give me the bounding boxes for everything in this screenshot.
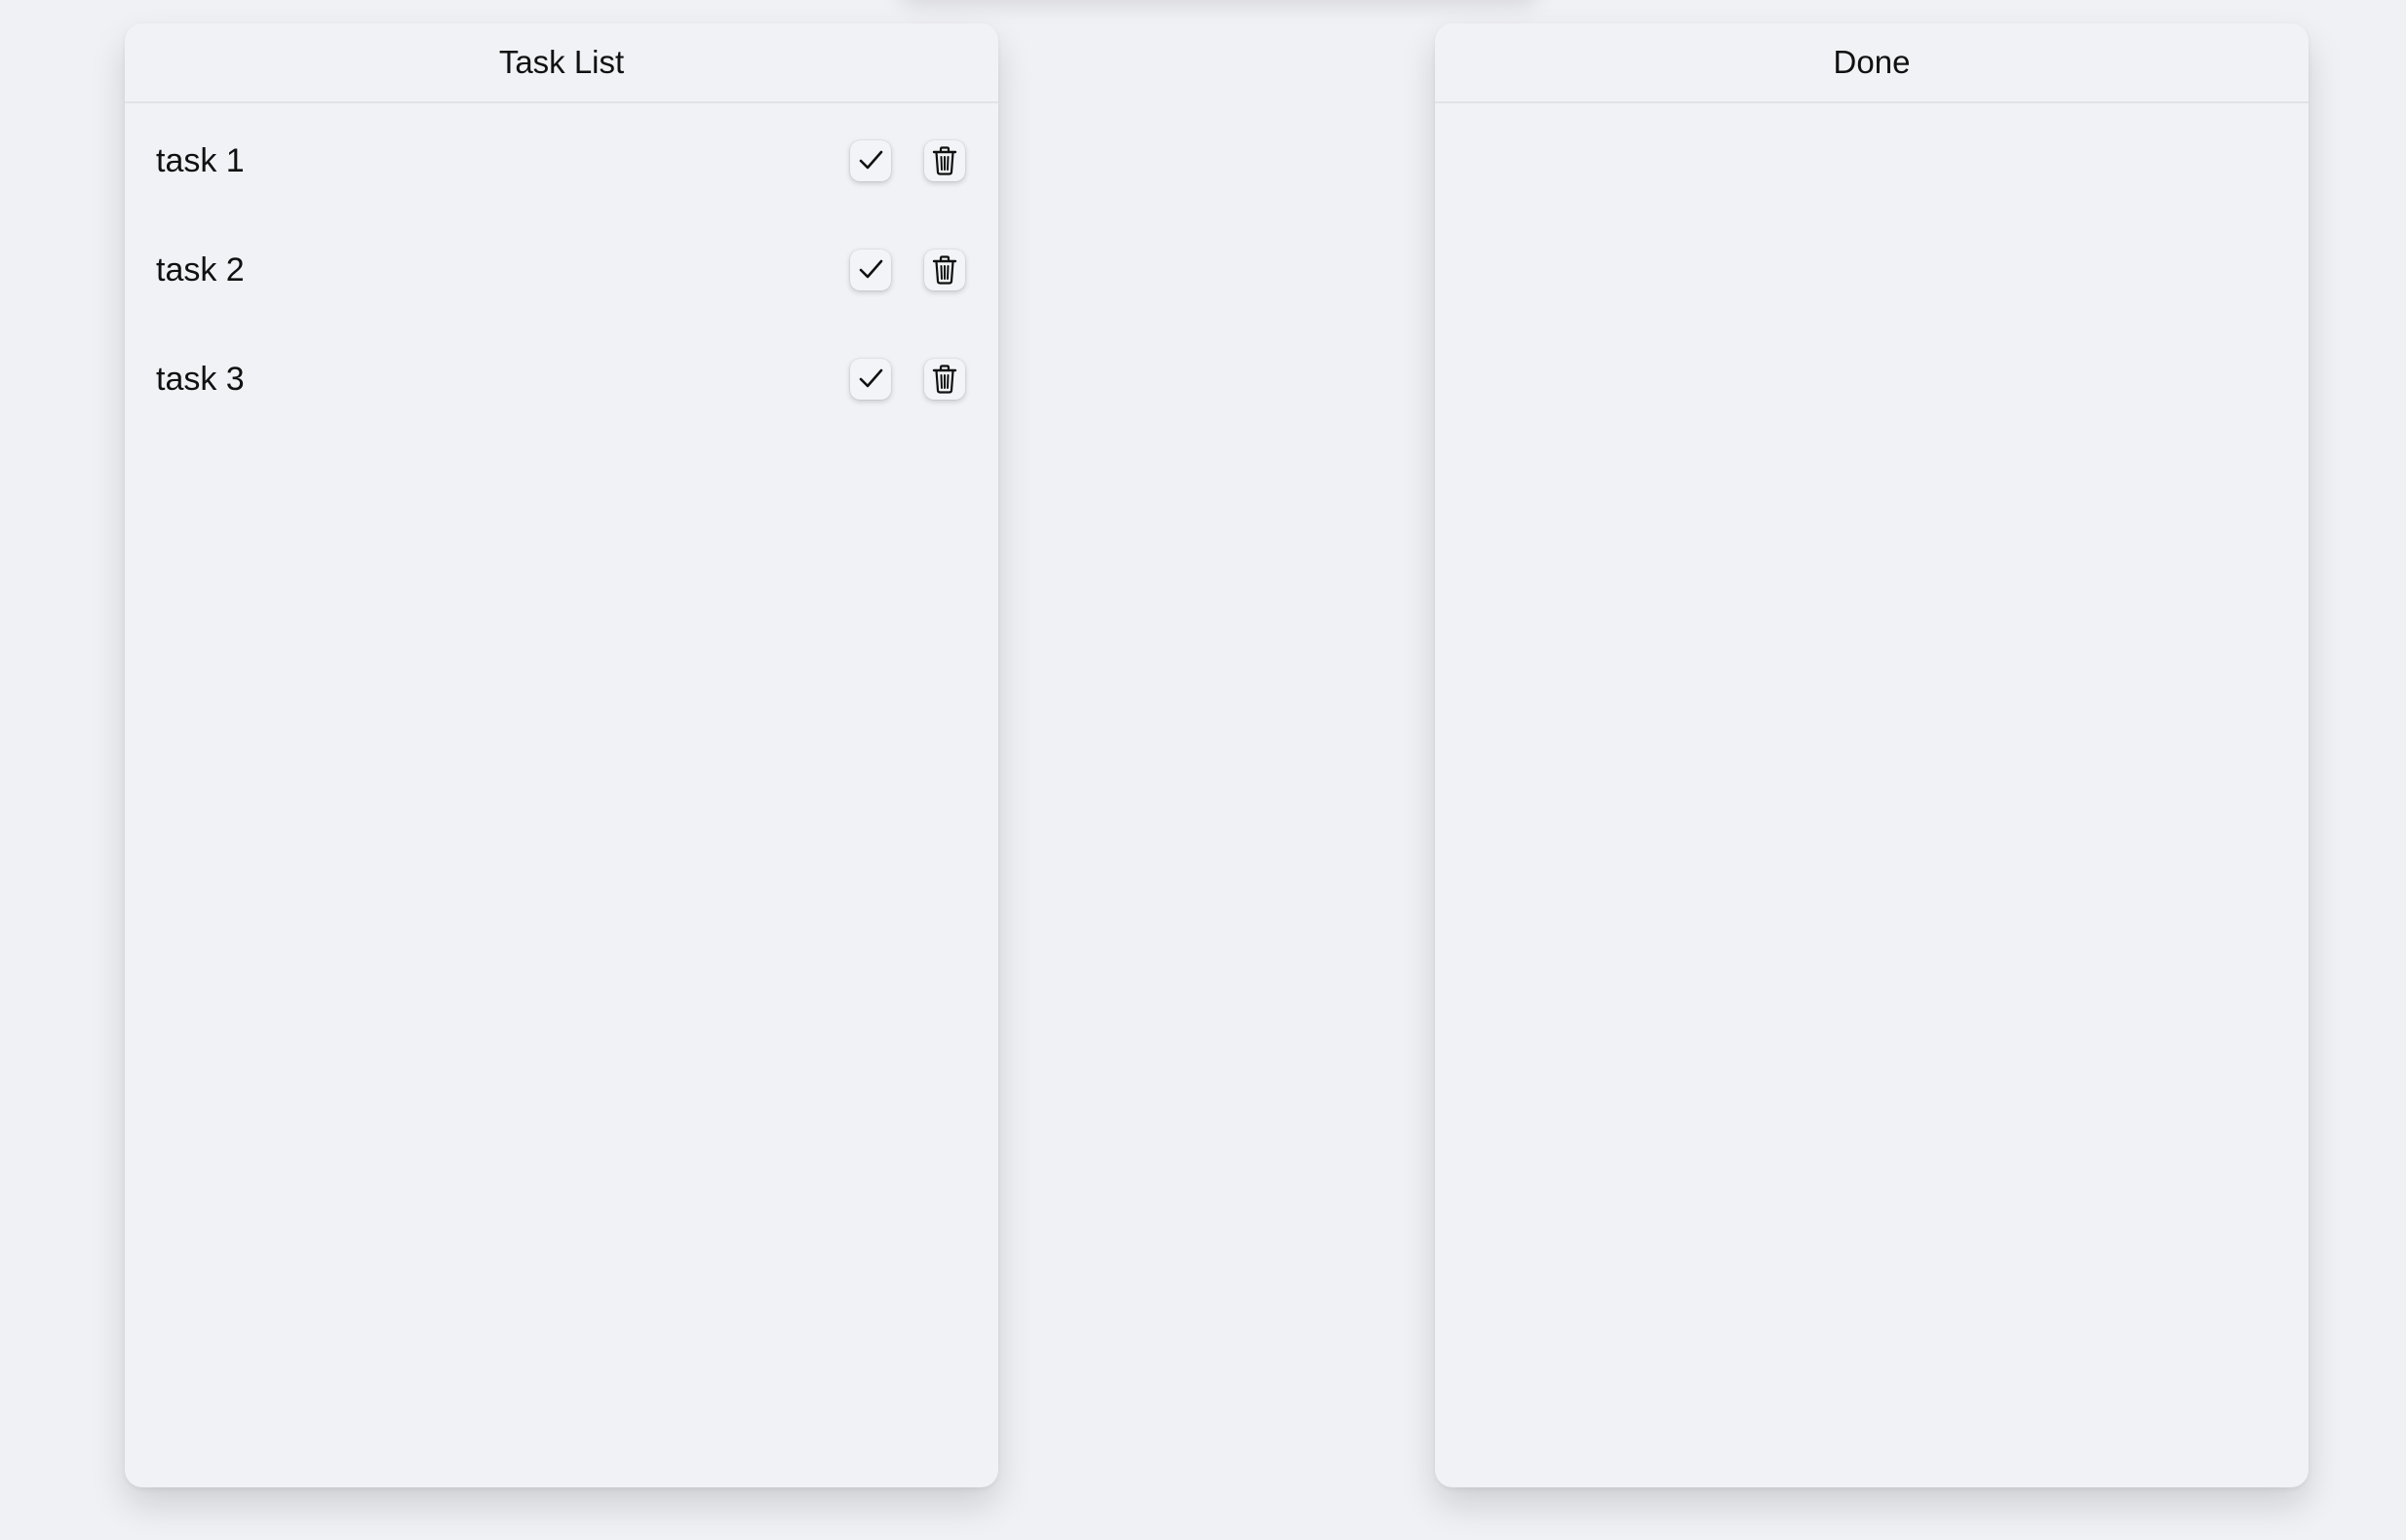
checkmark-icon xyxy=(859,150,883,170)
done-list xyxy=(1435,103,2309,111)
task-label: task 2 xyxy=(156,251,245,289)
trash-icon xyxy=(932,255,957,285)
mark-done-button[interactable] xyxy=(850,359,891,400)
task-item: task 2 xyxy=(125,220,998,329)
delete-task-button[interactable] xyxy=(924,140,965,181)
task-label: task 3 xyxy=(156,361,245,398)
task-list-title: Task List xyxy=(125,23,998,103)
trash-icon xyxy=(932,146,957,175)
task-item: task 1 xyxy=(125,111,998,220)
mark-done-button[interactable] xyxy=(850,250,891,290)
task-list-panel: Task List task 1 task 2 task 3 xyxy=(125,23,998,1487)
task-label: task 1 xyxy=(156,142,245,179)
done-title: Done xyxy=(1435,23,2309,103)
mark-done-button[interactable] xyxy=(850,140,891,181)
task-item: task 3 xyxy=(125,329,998,439)
delete-task-button[interactable] xyxy=(924,250,965,290)
delete-task-button[interactable] xyxy=(924,359,965,400)
done-panel: Done xyxy=(1435,23,2309,1487)
checkmark-icon xyxy=(859,368,883,388)
checkmark-icon xyxy=(859,259,883,279)
task-list: task 1 task 2 task 3 xyxy=(125,103,998,439)
trash-icon xyxy=(932,365,957,394)
